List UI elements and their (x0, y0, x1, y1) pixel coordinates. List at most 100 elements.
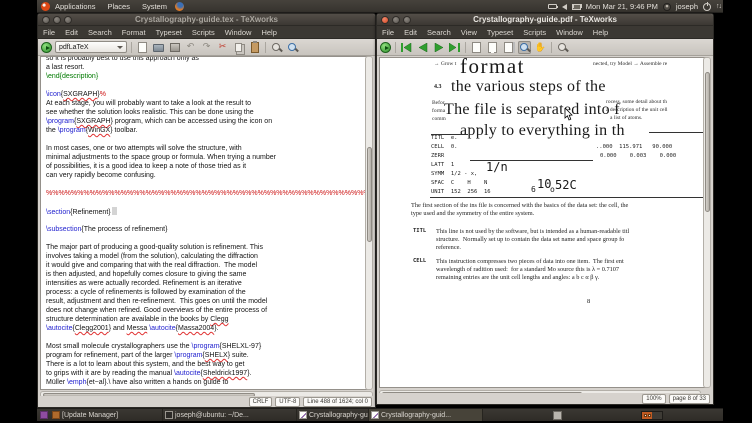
menu-file[interactable]: File (377, 26, 399, 39)
hand-tool-button[interactable]: ✋ (534, 41, 547, 54)
previous-page-button[interactable] (416, 41, 429, 54)
network-arrows-icon[interactable]: ↑↓ (716, 3, 722, 10)
editor-line: process: a cycle of refinements is follo… (46, 289, 246, 296)
menu-format[interactable]: Format (117, 26, 151, 39)
pdf-text-fragment: ..000 115.971 90.000 (596, 144, 673, 150)
menu-scripts[interactable]: Scripts (518, 26, 551, 39)
menu-help[interactable]: Help (256, 26, 281, 39)
undo-button[interactable]: ↶ (184, 41, 197, 54)
editor-vertical-scrollbar[interactable] (365, 56, 373, 390)
clock[interactable]: Mon Mar 21, 9:46 PM (586, 2, 658, 11)
show-desktop-icon[interactable] (40, 411, 48, 419)
menu-edit[interactable]: Edit (60, 26, 83, 39)
editor-line: it would give and comparing that with th… (46, 262, 258, 269)
pdf-text-fragment: 1/n (486, 160, 508, 174)
workspace-1[interactable] (642, 412, 652, 419)
pdf-text-fragment: reference. (436, 244, 461, 251)
first-page-button[interactable] (400, 41, 413, 54)
panel-menu-system[interactable]: System (137, 0, 172, 13)
status-item: UTF-8 (275, 396, 301, 407)
menu-scripts[interactable]: Scripts (187, 26, 220, 39)
editor-line: structure determination are available in… (46, 316, 229, 323)
taskbar-app-icon[interactable] (553, 411, 562, 420)
editor-titlebar[interactable]: Crystallography-guide.tex - TeXworks (38, 14, 375, 26)
open-file-button[interactable] (152, 41, 165, 54)
editor-menubar: File Edit Search Format Typeset Scripts Window… (38, 26, 375, 39)
find-button[interactable] (556, 41, 569, 54)
battery-icon[interactable] (547, 4, 558, 9)
pdf-text-fragment: wavelength of radition used: for a stand… (436, 266, 620, 273)
taskbar-item[interactable]: joseph@ubuntu: ~/De... (163, 409, 297, 421)
cut-button[interactable]: ✂ (216, 41, 229, 54)
pdf-text-fragment: CELL (413, 258, 427, 264)
replace-button[interactable] (286, 41, 299, 54)
two-pages-continuous-button[interactable] (502, 41, 515, 54)
typeset-run-button[interactable] (41, 41, 52, 53)
volume-icon[interactable] (561, 3, 567, 10)
editor-line: \end{description} (46, 73, 99, 80)
editor-text[interactable]: so it is probably best to use this appro… (40, 56, 369, 390)
editor-line: \section{Refinement} (46, 207, 368, 216)
menu-edit[interactable]: Edit (399, 26, 422, 39)
pdf-rule (430, 197, 705, 198)
editor-line: At each stage, you will probably want to… (46, 100, 252, 107)
taskbar-item[interactable]: Crystallography-guid... (369, 409, 483, 421)
last-page-button[interactable] (448, 41, 461, 54)
panel-menu-applications[interactable]: Applications (50, 0, 100, 13)
engine-select[interactable]: pdfLaTeX (55, 41, 127, 53)
editor-line: result, adjustment and then re-refinemen… (46, 298, 268, 305)
pdf-text-fragment: This instruction compresses two pieces o… (436, 258, 624, 265)
single-page-continuous-button[interactable] (486, 41, 499, 54)
power-icon[interactable] (703, 1, 711, 11)
find-button[interactable] (270, 41, 283, 54)
redo-button[interactable]: ↷ (200, 41, 213, 54)
menu-typeset[interactable]: Typeset (482, 26, 518, 39)
pdf-menubar: File Edit Search View Typeset Scripts Window He… (377, 26, 713, 39)
scroll-thumb[interactable] (704, 72, 710, 212)
editor-line: There is a lot to learn about this syste… (46, 361, 245, 368)
single-page-button[interactable] (470, 41, 483, 54)
menu-window[interactable]: Window (551, 26, 588, 39)
pdf-page[interactable]: → Grow t format nected, try Model → Assemb… (379, 57, 706, 388)
firefox-icon[interactable] (174, 1, 184, 11)
menu-search[interactable]: Search (422, 26, 456, 39)
pdf-toolbar: ✋ (377, 39, 713, 56)
pdf-vertical-scrollbar[interactable] (703, 57, 711, 388)
chevron-down-icon (117, 45, 123, 49)
paste-button[interactable] (248, 40, 261, 54)
menu-window[interactable]: Window (220, 26, 257, 39)
magnify-tool-button[interactable] (518, 40, 531, 54)
scroll-thumb[interactable] (366, 147, 372, 242)
save-file-button[interactable] (168, 41, 181, 54)
menu-search[interactable]: Search (83, 26, 117, 39)
menu-typeset[interactable]: Typeset (151, 26, 187, 39)
panel-menu-places[interactable]: Places (102, 0, 135, 13)
status-item: Line 488 of 1624; col 0 (303, 396, 372, 407)
pdf-text-fragment: TITL e. (431, 135, 458, 141)
menu-view[interactable]: View (456, 26, 482, 39)
ubuntu-logo-icon[interactable] (41, 1, 50, 11)
text-cursor (111, 207, 117, 215)
taskbar-item[interactable]: [Update Manager] (50, 409, 163, 421)
taskbar-item[interactable]: Crystallography-guid... (297, 409, 369, 421)
pdf-text-fragment: This line is not used by the software, b… (436, 228, 630, 235)
user-avatar[interactable] (662, 2, 671, 11)
pdf-titlebar[interactable]: Crystallography-guide.pdf - TeXworks (377, 14, 713, 26)
pdf-text-fragment: format (460, 57, 525, 78)
new-file-button[interactable] (136, 41, 149, 54)
typeset-run-button[interactable] (380, 41, 391, 53)
workspace-2[interactable] (652, 412, 662, 419)
editor-line: is then adjusted, and hopefully comes cl… (46, 271, 247, 278)
menu-help[interactable]: Help (588, 26, 613, 39)
pdf-text-fragment: comm (432, 116, 446, 122)
screen: Applications Places System Mon Mar 21, 9:4… (0, 0, 752, 423)
username[interactable]: joseph (676, 2, 698, 11)
copy-button[interactable] (232, 41, 245, 54)
next-page-button[interactable] (432, 41, 445, 54)
pdf-text-fragment: remaining entries are the unit cell leng… (436, 274, 600, 281)
mail-icon[interactable] (571, 3, 581, 10)
editor-statusbar: CRLF UTF-8 Line 488 of 1624; col 0 (38, 396, 375, 407)
taskbar-item-label: [Update Manager] (62, 411, 119, 419)
menu-file[interactable]: File (38, 26, 60, 39)
